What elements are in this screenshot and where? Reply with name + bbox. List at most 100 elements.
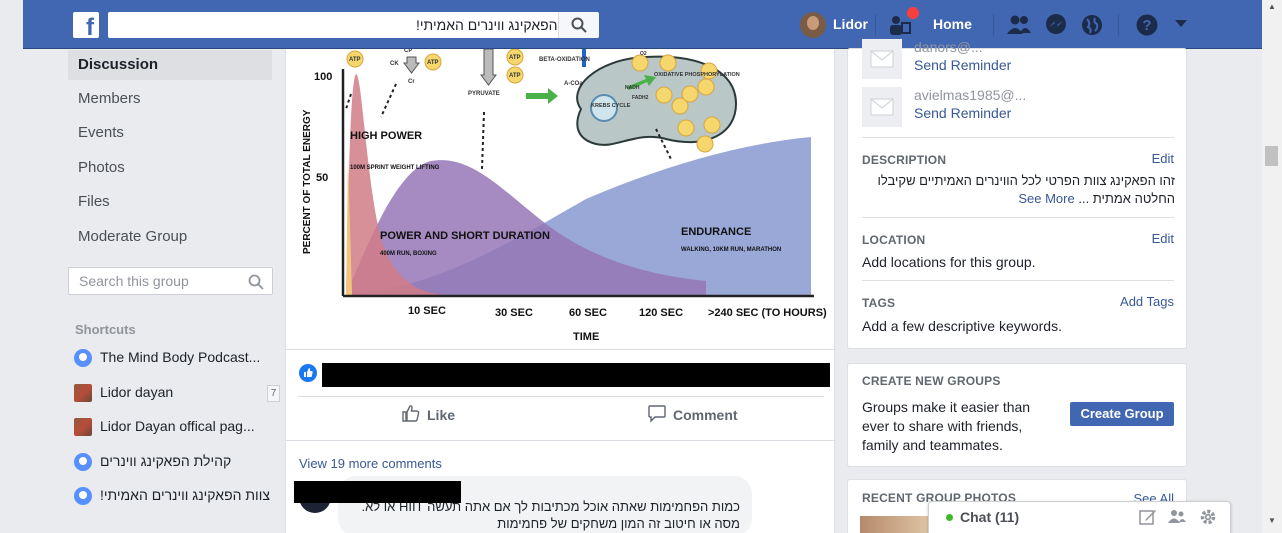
mail-icon (870, 98, 894, 116)
nav-events[interactable]: Events (68, 118, 272, 148)
power-short-sub-label: 400M RUN, BOXING (380, 251, 437, 257)
endurance-label: ENDURANCE (681, 226, 751, 238)
top-search-input[interactable]: צוות הפאקינג ווינרים האמיתי! (108, 12, 598, 38)
x-tick-label: >240 SEC (TO HOURS) (708, 307, 827, 319)
divider (875, 14, 876, 36)
count-badge: 7 (267, 385, 280, 402)
send-reminder-link[interactable]: Send Reminder (914, 105, 1011, 121)
chevron-down-icon[interactable] (1175, 20, 1187, 28)
like-reaction-icon[interactable] (299, 364, 317, 382)
energy-systems-infographic[interactable]: ATP ATP ATP ATP CK Cr CP PYRUVATE BETA-O… (286, 49, 836, 349)
ck-label: CK (390, 61, 399, 67)
divider (993, 14, 994, 36)
divider (298, 396, 824, 397)
group-search-placeholder: Search this group (79, 273, 189, 289)
shortcut-item[interactable]: צוות הפאקינג ווינרים האמיתי! (74, 485, 274, 507)
chat-label[interactable]: Chat (11) (960, 509, 1019, 525)
nadh-label: NADH (625, 85, 640, 91)
x-tick-label: 120 SEC (639, 307, 683, 319)
thumbs-up-icon (402, 405, 420, 422)
search-button[interactable] (558, 12, 599, 38)
view-more-comments-link[interactable]: View 19 more comments (299, 456, 442, 471)
send-reminder-link[interactable]: Send Reminder (914, 57, 1011, 73)
divider (862, 137, 1174, 138)
description-text: זהו הפאקינג צוות הפרטי לכל הווינרים האמי… (862, 172, 1176, 208)
create-group-button[interactable]: Create Group (1070, 402, 1174, 426)
o2-label: O2 (640, 51, 647, 57)
see-more-link[interactable]: See More (1018, 191, 1074, 206)
online-status-dot (946, 514, 953, 521)
gear-icon[interactable] (1199, 508, 1217, 526)
atp-label: ATP (509, 73, 521, 79)
shortcut-item[interactable]: The Mind Body Podcast... (74, 347, 274, 369)
pending-member-row: danors@... Send Reminder (862, 39, 1162, 79)
cp-label: CP (404, 49, 412, 54)
divider (862, 217, 1174, 218)
shortcut-item[interactable]: Lidor Dayan offical pag... (74, 416, 274, 438)
y-axis-label: PERCENT OF TOTAL ENERGY (302, 109, 313, 254)
arrow-icon (526, 88, 558, 104)
acoa-label: A-COa (564, 81, 583, 87)
edit-description-link[interactable]: Edit (1152, 151, 1174, 166)
scroll-down-arrow[interactable]: ▼ (1268, 516, 1276, 525)
new-message-icon[interactable] (1139, 508, 1157, 526)
nav-discussion[interactable]: Discussion (68, 50, 272, 80)
nav-photos[interactable]: Photos (68, 153, 272, 183)
group-photo-thumbnail[interactable] (860, 516, 928, 533)
x-tick-label: 60 SEC (569, 307, 607, 319)
group-icon (74, 453, 92, 471)
nav-files[interactable]: Files (68, 187, 272, 217)
create-group-chat-icon[interactable] (1167, 508, 1187, 526)
create-groups-heading: CREATE NEW GROUPS (862, 374, 1001, 388)
member-avatar (862, 39, 902, 79)
user-avatar[interactable] (800, 12, 826, 38)
scroll-up-arrow[interactable]: ▲ (1268, 2, 1276, 11)
power-short-label: POWER AND SHORT DURATION (380, 230, 550, 242)
comment-text: כמות הפחמימות שאתה אוכל מכתיבות לך אם את… (361, 499, 741, 531)
help-icon[interactable]: ? (1135, 13, 1159, 37)
x-tick-label: 30 SEC (495, 307, 533, 319)
scroll-thumb[interactable] (1265, 146, 1278, 166)
add-tags-link[interactable]: Add Tags (1120, 294, 1174, 309)
cr-label: Cr (408, 79, 415, 85)
shortcut-item[interactable]: Lidor dayan 7 (74, 382, 280, 404)
oxphos-label: OXIDATIVE PHOSPHORYLATION (654, 72, 740, 78)
chat-bar[interactable]: Chat (11) (928, 501, 1231, 533)
group-post: ATP ATP ATP ATP CK Cr CP PYRUVATE BETA-O… (285, 49, 836, 533)
atp-label: ATP (427, 60, 439, 66)
x-axis-label: TIME (573, 331, 599, 343)
nav-moderate-group[interactable]: Moderate Group (68, 222, 272, 252)
search-icon (248, 274, 264, 290)
arrow-icon (480, 49, 497, 86)
shortcut-label: Lidor Dayan offical pag... (100, 418, 255, 434)
like-button[interactable]: Like (402, 405, 456, 423)
shortcut-item[interactable]: קהילת הפאקינג ווינרים (74, 451, 274, 473)
shortcuts-heading: Shortcuts (75, 322, 136, 337)
krebs-label: KREBS CYCLE (591, 103, 631, 109)
atp-label: ATP (349, 57, 361, 63)
edit-location-link[interactable]: Edit (1152, 231, 1174, 246)
pyruvate-label: PYRUVATE (468, 91, 500, 97)
location-text: Add locations for this group. (862, 254, 1036, 270)
page-scrollbar[interactable]: ▲ ▼ (1262, 0, 1282, 533)
tags-heading: TAGS (862, 296, 896, 310)
shortcut-label: The Mind Body Podcast... (100, 349, 261, 365)
group-info-card: danors@... Send Reminder avielmas1985@..… (847, 39, 1187, 349)
comment-icon (648, 405, 666, 423)
group-search-input[interactable]: Search this group (68, 267, 273, 295)
comment-button[interactable]: Comment (648, 405, 738, 423)
facebook-logo[interactable]: f (73, 12, 99, 38)
like-label: Like (427, 407, 456, 423)
friend-requests-icon[interactable] (1006, 13, 1032, 37)
shortcut-label: Lidor dayan (100, 384, 174, 400)
globe-icon[interactable] (1080, 13, 1104, 37)
messenger-icon[interactable] (1044, 13, 1068, 37)
home-link[interactable]: Home (933, 16, 972, 32)
shortcut-label: קהילת הפאקינג ווינרים (100, 453, 232, 469)
nav-members[interactable]: Members (68, 84, 272, 114)
divider (286, 349, 836, 350)
x-tick-label: 10 SEC (408, 305, 446, 317)
profile-link[interactable]: Lidor (833, 16, 868, 32)
atp-label: ATP (509, 55, 521, 61)
redacted-commenter-name (294, 481, 461, 503)
